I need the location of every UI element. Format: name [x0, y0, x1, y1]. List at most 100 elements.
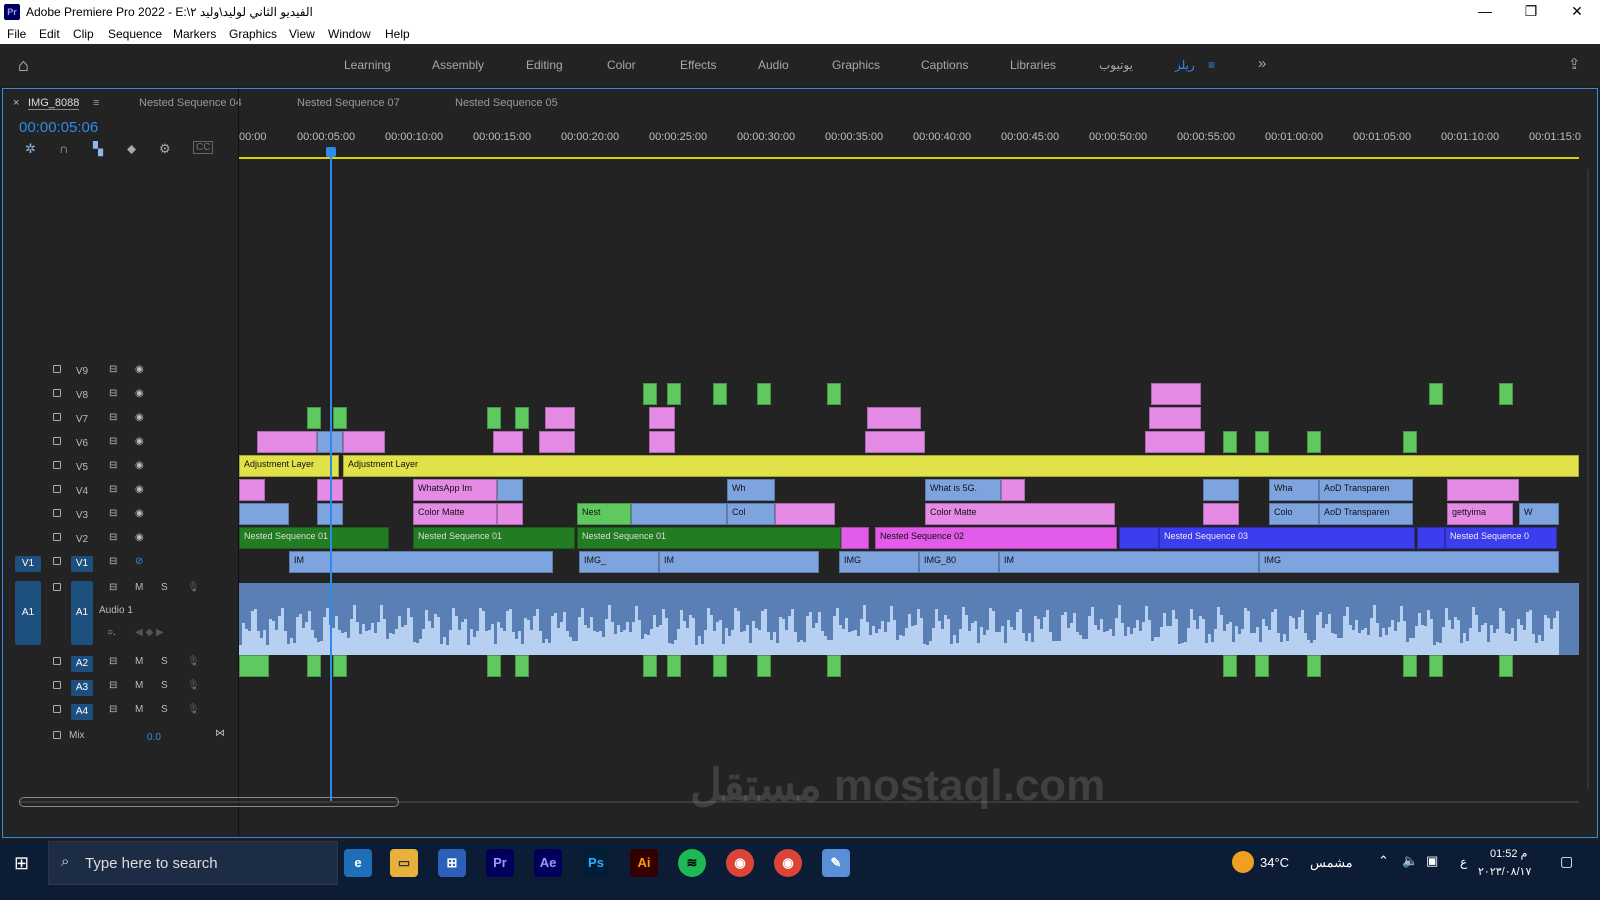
sync-icon[interactable]: ⊟ [109, 704, 117, 715]
clip[interactable] [1149, 407, 1201, 429]
clip[interactable] [827, 383, 841, 405]
weather-label[interactable]: مشمس [1310, 855, 1353, 871]
lock-icon[interactable] [53, 437, 61, 445]
clip[interactable] [1203, 503, 1239, 525]
clip[interactable] [497, 479, 523, 501]
track-name[interactable]: V6 [71, 436, 93, 452]
chrome-icon-2[interactable]: ◉ [774, 849, 802, 877]
clip[interactable]: Nest [577, 503, 631, 525]
clip[interactable] [493, 431, 523, 453]
track-name[interactable]: V5 [71, 460, 93, 476]
clip[interactable] [307, 407, 321, 429]
track-name[interactable]: V9 [71, 364, 93, 380]
sync-icon[interactable]: ⊟ [109, 364, 117, 375]
audio-clip[interactable] [757, 655, 771, 677]
spotify-icon[interactable]: ≋ [678, 849, 706, 877]
sync-icon[interactable]: ⊟ [109, 460, 117, 471]
clip[interactable] [333, 407, 347, 429]
menu-clip[interactable]: Clip [73, 27, 94, 41]
eye-icon[interactable]: ◉ [135, 436, 144, 447]
clip[interactable]: Color Matte [925, 503, 1115, 525]
solo-button[interactable]: S [161, 680, 168, 691]
close-button[interactable]: ✕ [1554, 0, 1600, 24]
sync-icon[interactable]: ⊟ [109, 582, 117, 593]
track-name[interactable]: A2 [71, 656, 93, 672]
menu-sequence[interactable]: Sequence [108, 27, 162, 41]
track-name[interactable]: A1 [71, 581, 93, 645]
lock-icon[interactable] [53, 681, 61, 689]
tab-nested-05[interactable]: Nested Sequence 05 [455, 97, 558, 109]
clip[interactable] [1119, 527, 1159, 549]
clip[interactable] [775, 503, 835, 525]
clip[interactable] [841, 527, 869, 549]
clip[interactable] [539, 431, 575, 453]
mute-button[interactable]: M [135, 582, 143, 593]
audio-clip[interactable] [1429, 655, 1443, 677]
clip[interactable]: AoD Transparen [1319, 503, 1413, 525]
audio-clip[interactable] [1403, 655, 1417, 677]
network-icon[interactable]: ▣ [1426, 853, 1438, 869]
audio-clip[interactable] [1255, 655, 1269, 677]
nested-sequence-clip[interactable]: Nested Sequence 01 [413, 527, 575, 549]
lock-icon[interactable] [53, 389, 61, 397]
chrome-icon[interactable]: ◉ [726, 849, 754, 877]
clip[interactable]: WhatsApp Im [413, 479, 497, 501]
menu-window[interactable]: Window [328, 27, 371, 41]
mic-icon[interactable]: 🎙 [187, 680, 200, 691]
adjustment-layer-clip[interactable]: Adjustment Layer [239, 455, 339, 477]
clip[interactable] [1203, 479, 1239, 501]
audio-clip[interactable] [667, 655, 681, 677]
workspace-menu-icon[interactable]: ≡ [1208, 58, 1215, 72]
workspace-graphics[interactable]: Graphics [832, 58, 880, 72]
solo-button[interactable]: S [161, 704, 168, 715]
audio-track-a1-clips[interactable] [239, 583, 1579, 655]
clip[interactable] [239, 503, 289, 525]
language-indicator[interactable]: ع [1460, 855, 1467, 869]
sync-icon[interactable]: ⊟ [109, 656, 117, 667]
mic-icon[interactable]: 🎙 [187, 704, 200, 715]
clip[interactable] [343, 431, 385, 453]
audio-clip[interactable] [239, 655, 269, 677]
track-name[interactable]: A3 [71, 680, 93, 696]
clip[interactable]: IMG_ [579, 551, 659, 573]
clip[interactable]: Color Matte [413, 503, 497, 525]
minimize-button[interactable]: — [1462, 0, 1508, 24]
clip[interactable] [487, 407, 501, 429]
eye-icon[interactable]: ◉ [135, 412, 144, 423]
clip[interactable] [1429, 383, 1443, 405]
clip[interactable]: W [1519, 503, 1559, 525]
store-icon[interactable]: ⊞ [438, 849, 466, 877]
audio-clip[interactable] [1223, 655, 1237, 677]
clip[interactable] [649, 431, 675, 453]
eye-icon[interactable]: ◉ [135, 508, 144, 519]
mute-button[interactable]: M [135, 704, 143, 715]
clip[interactable] [497, 503, 523, 525]
lock-icon[interactable] [53, 485, 61, 493]
clip[interactable] [1001, 479, 1025, 501]
clip[interactable] [1307, 431, 1321, 453]
eye-icon[interactable]: ◉ [135, 388, 144, 399]
photoshop-icon[interactable]: Ps [582, 849, 610, 877]
lock-icon[interactable] [53, 583, 61, 591]
clip[interactable] [239, 479, 265, 501]
menu-graphics[interactable]: Graphics [229, 27, 277, 41]
illustrator-icon[interactable]: Ai [630, 849, 658, 877]
notepad-icon[interactable]: ✎ [822, 849, 850, 877]
clip[interactable]: What is 5G. [925, 479, 1001, 501]
mic-icon[interactable]: 🎙 [187, 656, 200, 667]
solo-button[interactable]: S [161, 656, 168, 667]
clip[interactable] [1151, 383, 1201, 405]
nested-sequence-clip[interactable]: Nested Sequence 02 [875, 527, 1117, 549]
eye-icon[interactable]: ◉ [135, 460, 144, 471]
nested-sequence-clip[interactable]: Nested Sequence 03 [1159, 527, 1415, 549]
sync-icon[interactable]: ⊟ [109, 436, 117, 447]
audio-clip[interactable] [713, 655, 727, 677]
clip[interactable]: IM [999, 551, 1259, 573]
playhead[interactable] [326, 147, 336, 802]
lock-icon[interactable] [53, 705, 61, 713]
clip[interactable] [1447, 479, 1519, 501]
clip[interactable] [649, 407, 675, 429]
clock-time[interactable]: 01:52 م [1490, 847, 1527, 860]
clip[interactable] [515, 407, 529, 429]
source-patch-a1[interactable]: A1 [15, 581, 41, 645]
